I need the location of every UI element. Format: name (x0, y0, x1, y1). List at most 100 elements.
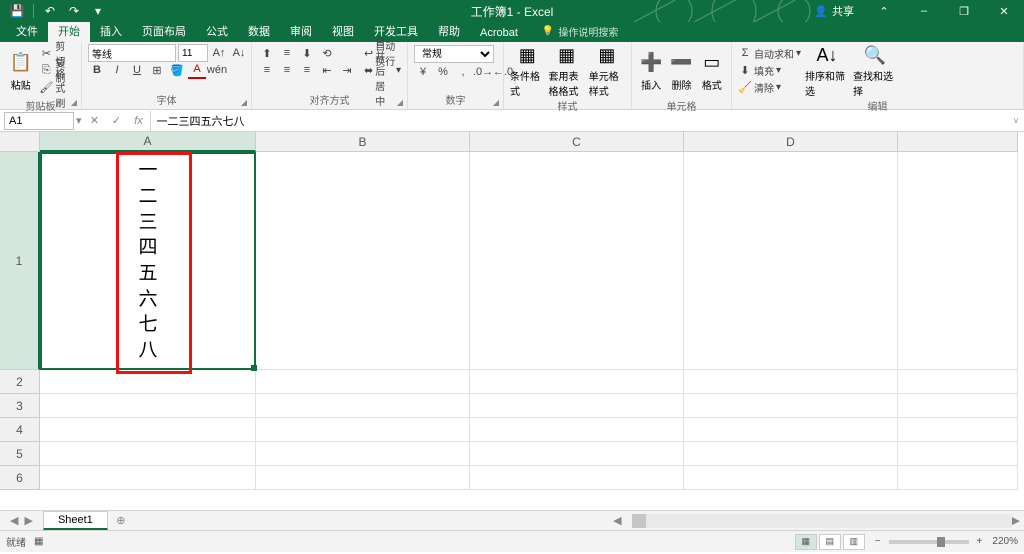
inc-decimal-button[interactable]: .0→ (474, 63, 492, 81)
cell[interactable] (470, 152, 684, 370)
tab-view[interactable]: 视图 (322, 20, 364, 42)
qat-more[interactable]: ▾ (87, 1, 109, 21)
zoom-thumb[interactable] (937, 537, 945, 547)
cell[interactable] (256, 394, 470, 418)
col-header-B[interactable]: B (256, 132, 470, 152)
fx-button[interactable]: fx (128, 111, 150, 131)
redo-button[interactable]: ↷ (63, 1, 85, 21)
cell[interactable] (470, 370, 684, 394)
tab-help[interactable]: 帮助 (428, 20, 470, 42)
cell-styles-button[interactable]: ▦单元格样式 (589, 45, 625, 97)
cell[interactable] (898, 370, 1018, 394)
sheet-nav-prev[interactable]: ◀ (10, 514, 18, 527)
tab-acrobat[interactable]: Acrobat (470, 24, 528, 42)
font-dialog-launcher[interactable]: ◢ (239, 97, 249, 107)
italic-button[interactable]: I (108, 61, 126, 79)
indent-dec-button[interactable]: ⇤ (318, 61, 336, 79)
align-center-button[interactable]: ≡ (278, 61, 296, 79)
cell[interactable] (256, 370, 470, 394)
tab-layout[interactable]: 页面布局 (132, 20, 196, 42)
phonetic-button[interactable]: wén (208, 61, 226, 79)
find-select-button[interactable]: 🔍查找和选择 (853, 45, 897, 97)
col-header-blank[interactable] (898, 132, 1018, 152)
align-right-button[interactable]: ≡ (298, 61, 316, 79)
align-top-button[interactable]: ⬆ (258, 44, 276, 62)
percent-button[interactable]: % (434, 63, 452, 81)
merge-center-button[interactable]: ⬌合并后居中▾ (364, 62, 401, 78)
cell[interactable] (684, 152, 898, 370)
delete-cells-button[interactable]: ➖删除 (668, 45, 694, 97)
cell[interactable] (470, 466, 684, 490)
format-cells-button[interactable]: ▭格式 (699, 45, 725, 97)
number-format-select[interactable]: 常规 (414, 45, 494, 63)
cell[interactable] (898, 418, 1018, 442)
col-header-C[interactable]: C (470, 132, 684, 152)
tab-data[interactable]: 数据 (238, 20, 280, 42)
indent-inc-button[interactable]: ⇥ (338, 61, 356, 79)
bold-button[interactable]: B (88, 61, 106, 79)
format-painter-button[interactable]: 🖌格式刷 (39, 79, 75, 95)
ribbon-min-icon[interactable]: ⌃ (864, 0, 904, 22)
row-header-4[interactable]: 4 (0, 418, 40, 442)
row-header-6[interactable]: 6 (0, 466, 40, 490)
cell[interactable] (684, 466, 898, 490)
cell[interactable] (898, 394, 1018, 418)
cell[interactable] (40, 418, 256, 442)
conditional-format-button[interactable]: ▦条件格式 (510, 45, 545, 97)
hscroll-thumb[interactable] (632, 514, 646, 528)
save-button[interactable]: 💾 (6, 1, 28, 21)
tab-review[interactable]: 审阅 (280, 20, 322, 42)
underline-button[interactable]: U (128, 61, 146, 79)
cell[interactable] (40, 442, 256, 466)
tell-me-search[interactable]: 💡操作说明搜索 (536, 21, 624, 42)
fill-color-button[interactable]: 🪣 (168, 61, 186, 79)
cancel-formula-button[interactable]: ✕ (84, 111, 106, 131)
currency-button[interactable]: ¥ (414, 63, 432, 81)
autosum-button[interactable]: Σ自动求和▾ (738, 45, 801, 61)
col-header-D[interactable]: D (684, 132, 898, 152)
cell[interactable] (470, 394, 684, 418)
paste-button[interactable]: 📋粘贴 (6, 45, 35, 97)
row-header-2[interactable]: 2 (0, 370, 40, 394)
cell[interactable] (256, 418, 470, 442)
row-header-3[interactable]: 3 (0, 394, 40, 418)
close-button[interactable]: ✕ (984, 0, 1024, 22)
cell[interactable] (684, 442, 898, 466)
spreadsheet-grid[interactable]: ABCD 123456 一二三四五六七八 (0, 132, 1024, 510)
align-dialog-launcher[interactable]: ◢ (395, 97, 405, 107)
tab-file[interactable]: 文件 (6, 20, 48, 42)
tab-formulas[interactable]: 公式 (196, 20, 238, 42)
hscroll-left[interactable]: ◀ (613, 514, 621, 527)
cell[interactable] (470, 442, 684, 466)
zoom-out-button[interactable]: − (875, 536, 881, 547)
macro-record-icon[interactable]: ▦ (34, 536, 43, 547)
align-left-button[interactable]: ≡ (258, 61, 276, 79)
cell[interactable] (684, 370, 898, 394)
formula-input[interactable] (151, 112, 1008, 130)
add-sheet-button[interactable]: ⊕ (112, 513, 130, 529)
font-color-button[interactable]: A (188, 61, 206, 79)
sort-filter-button[interactable]: A↓排序和筛选 (805, 45, 849, 97)
expand-formula-bar[interactable]: ˅ (1008, 116, 1024, 126)
align-bottom-button[interactable]: ⬇ (298, 44, 316, 62)
font-name-input[interactable] (88, 44, 176, 62)
cell[interactable] (898, 442, 1018, 466)
restore-button[interactable]: ❐ (944, 0, 984, 22)
sheet-nav-next[interactable]: ▶ (24, 514, 32, 527)
cell[interactable] (256, 466, 470, 490)
name-box[interactable]: A1 (4, 112, 74, 130)
zoom-in-button[interactable]: + (977, 536, 983, 547)
minimize-button[interactable]: – (904, 0, 944, 22)
cell[interactable] (256, 152, 470, 370)
cell[interactable] (256, 442, 470, 466)
decrease-font-button[interactable]: A↓ (230, 44, 248, 62)
zoom-level[interactable]: 220% (992, 536, 1018, 547)
cell[interactable] (898, 152, 1018, 370)
format-as-table-button[interactable]: ▦套用表格格式 (549, 45, 585, 97)
row-header-5[interactable]: 5 (0, 442, 40, 466)
clipboard-dialog-launcher[interactable]: ◢ (69, 97, 79, 107)
cell[interactable] (470, 418, 684, 442)
fill-button[interactable]: ⬇填充▾ (738, 62, 801, 78)
clear-button[interactable]: 🧹清除▾ (738, 79, 801, 95)
cell[interactable] (40, 466, 256, 490)
